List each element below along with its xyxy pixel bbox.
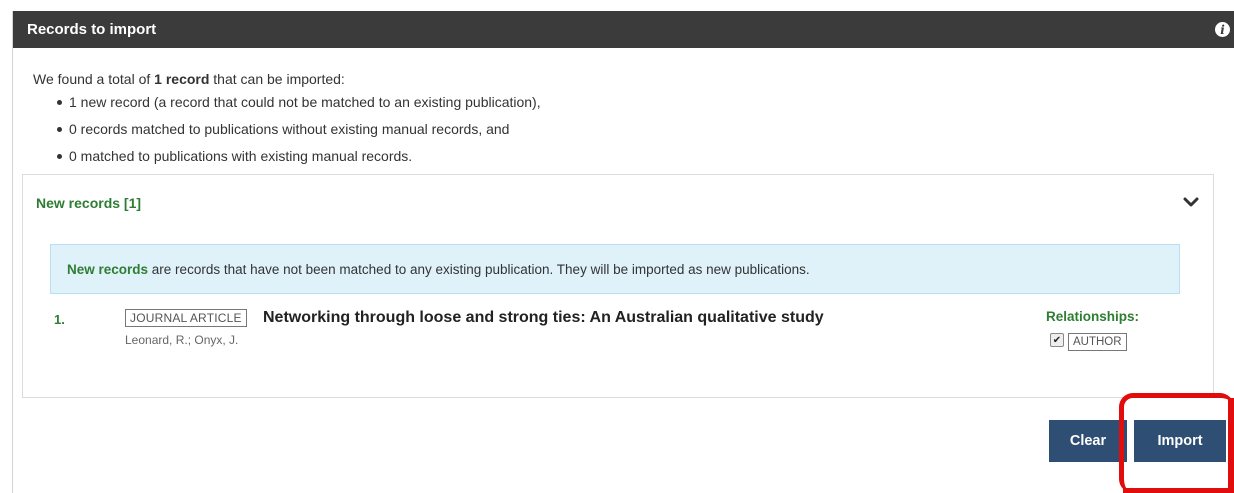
record-title: Networking through loose and strong ties… (263, 309, 824, 326)
summary-record-count: 1 record (154, 71, 210, 87)
info-icon[interactable]: i (1215, 22, 1230, 37)
record-type-badge: JOURNAL ARTICLE (125, 309, 247, 327)
chevron-down-icon[interactable] (1183, 197, 1199, 209)
summary-item: 0 records matched to publications withou… (57, 119, 1234, 139)
summary-item: 1 new record (a record that could not be… (57, 92, 1234, 112)
relationship-tag: AUTHOR (1068, 333, 1127, 351)
new-records-header[interactable]: New records [1] (23, 175, 1213, 231)
notice-text: are records that have not been matched t… (148, 261, 810, 277)
record-item: 1. JOURNAL ARTICLE Networking through lo… (53, 309, 1183, 369)
record-authors: Leonard, R.; Onyx, J. (125, 333, 239, 347)
clear-button[interactable]: Clear (1049, 420, 1127, 462)
record-number: 1. (54, 312, 65, 327)
new-records-title[interactable]: New records [1] (36, 195, 1183, 211)
summary-list: 1 new record (a record that could not be… (33, 92, 1234, 166)
relationship-row: ✔ AUTHOR (1050, 333, 1127, 351)
new-records-notice: New records are records that have not be… (50, 244, 1180, 294)
relationships-label: Relationships: (1046, 309, 1140, 324)
relationship-checkbox[interactable]: ✔ (1050, 333, 1064, 347)
panel-title: Records to import (27, 21, 157, 38)
summary-intro: We found a total of 1 record that can be… (33, 69, 1234, 89)
import-button[interactable]: Import (1134, 420, 1226, 462)
summary-intro-suffix: that can be imported: (209, 71, 345, 87)
panel-header: Records to import i (13, 11, 1234, 48)
notice-bold: New records (67, 261, 149, 277)
summary-intro-prefix: We found a total of (33, 71, 155, 87)
summary-item: 0 matched to publications with existing … (57, 146, 1234, 166)
new-records-group: New records [1] New records are records … (22, 174, 1214, 398)
import-summary: We found a total of 1 record that can be… (13, 48, 1234, 166)
